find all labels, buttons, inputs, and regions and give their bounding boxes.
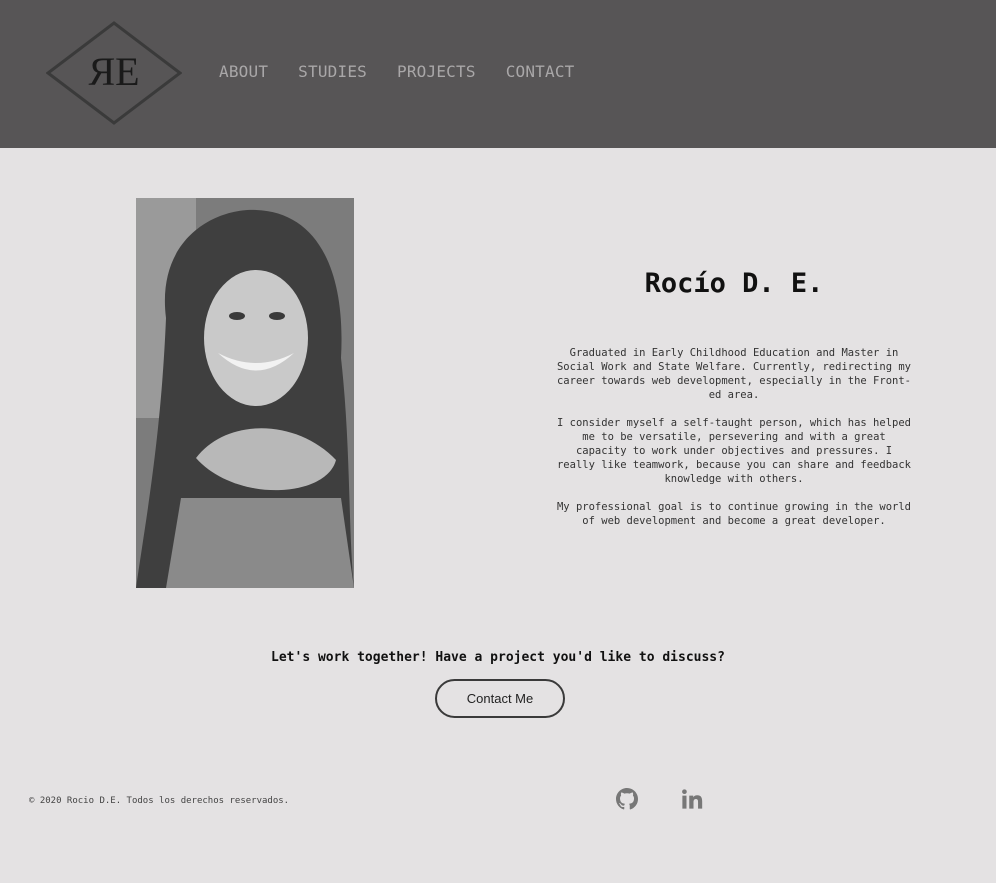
logo[interactable]: ЯE bbox=[46, 21, 182, 125]
logo-text: ЯE bbox=[88, 49, 139, 94]
profile-photo bbox=[136, 198, 354, 588]
profile-bio: Graduated in Early Childhood Education a… bbox=[556, 346, 912, 542]
github-icon[interactable] bbox=[616, 788, 638, 810]
nav-projects[interactable]: PROJECTS bbox=[397, 62, 476, 81]
bio-paragraph: My professional goal is to continue grow… bbox=[556, 501, 911, 527]
nav-contact[interactable]: CONTACT bbox=[506, 62, 575, 81]
site-header: ЯE ABOUT STUDIES PROJECTS CONTACT bbox=[0, 0, 996, 148]
portrait-illustration bbox=[136, 198, 354, 588]
contact-me-button[interactable]: Contact Me bbox=[435, 679, 565, 718]
bio-paragraph: I consider myself a self-taught person, … bbox=[556, 417, 911, 485]
cta-text: Let's work together! Have a project you'… bbox=[271, 650, 725, 665]
nav-studies[interactable]: STUDIES bbox=[298, 62, 367, 81]
linkedin-icon[interactable] bbox=[681, 788, 703, 810]
bio-paragraph: Graduated in Early Childhood Education a… bbox=[556, 347, 911, 401]
profile-name: Rocío D. E. bbox=[644, 268, 824, 299]
copyright-text: © 2020 Rocio D.E. Todos los derechos res… bbox=[29, 796, 290, 806]
nav-about[interactable]: ABOUT bbox=[219, 62, 268, 81]
main-nav: ABOUT STUDIES PROJECTS CONTACT bbox=[219, 62, 605, 81]
